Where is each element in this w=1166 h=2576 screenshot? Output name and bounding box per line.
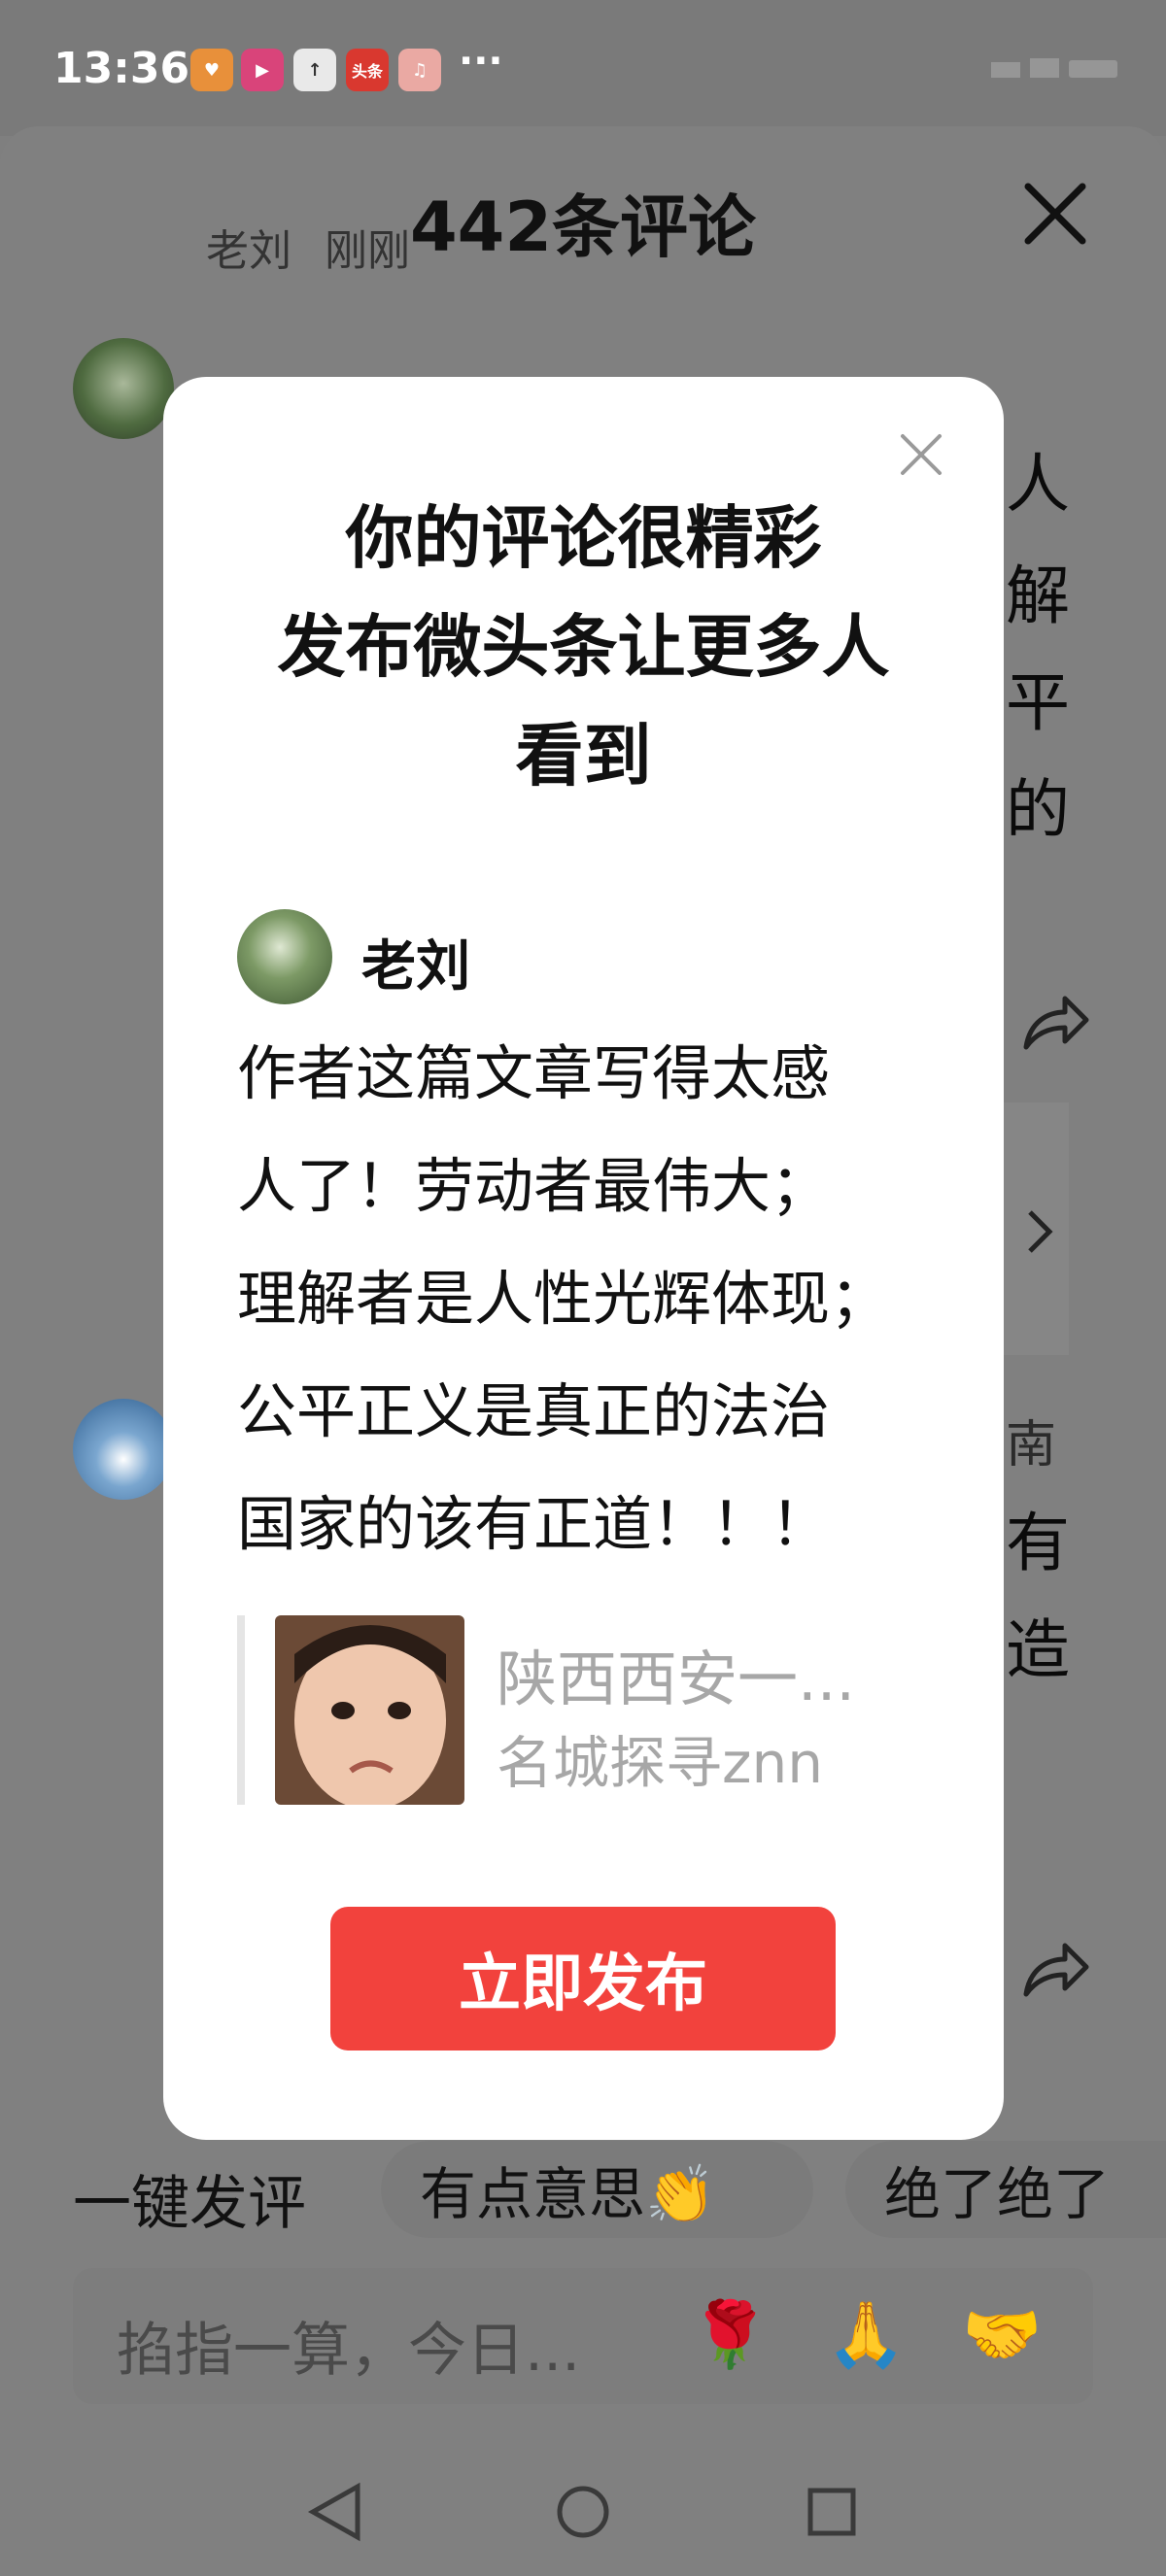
comment-text-fragment: 解 [1006, 559, 1070, 633]
quote-article-author: 名城探寻znn [497, 1730, 823, 1796]
system-nav-bar [307, 2482, 856, 2542]
comment-text-fragment: 人 [1006, 447, 1070, 522]
comment-line: 国家的该有正道！！！ [237, 1490, 831, 1559]
quick-comment-row: 一键发评 有点意思👏 绝了绝了 [0, 2133, 1166, 2250]
quick-comment-chip[interactable]: 有点意思👏 [381, 2141, 813, 2238]
back-icon[interactable] [307, 2482, 360, 2542]
comment-time: 刚刚 [325, 226, 410, 276]
username: 老刘 [361, 935, 470, 999]
comment-username: 老刘 [206, 226, 292, 276]
system-status-icons [991, 58, 1117, 78]
close-icon[interactable] [1018, 177, 1092, 251]
comment-line: 理解者是人性光辉体现； [237, 1265, 890, 1334]
comment-text-fragment: 的 [1006, 772, 1070, 847]
chevron-right-icon[interactable] [1020, 1206, 1059, 1257]
dialog-title-line: 你的评论很精彩 [345, 498, 822, 578]
music-app-icon: ♫ [398, 49, 441, 91]
dialog-title-line: 看到 [515, 716, 652, 796]
play-app-icon: ▶ [241, 49, 284, 91]
comment-line: 作者这篇文章写得太感 [237, 1039, 831, 1108]
comment-meta: 老刘 刚刚 [206, 216, 410, 278]
comment-text-fragment: 造 [1006, 1612, 1070, 1687]
quote-divider [237, 1615, 245, 1805]
avatar[interactable] [73, 338, 174, 439]
comment-text-fragment: 有 [1006, 1506, 1070, 1580]
comment-line: 人了！劳动者最伟大； [237, 1152, 831, 1221]
quote-article-title: 陕西西安一... [497, 1644, 856, 1714]
quick-comment-chip[interactable]: 绝了绝了 [845, 2141, 1166, 2238]
share-icon[interactable] [1020, 991, 1090, 1055]
dialog-title: 你的评论很精彩 发布微头条让更多人 看到 [163, 484, 1004, 810]
publish-dialog: 你的评论很精彩 发布微头条让更多人 看到 老刘 作者这篇文章写得太感 人了！劳动… [163, 377, 1004, 2140]
upload-icon: ↑ [293, 49, 336, 91]
comments-count-title: 442条评论 [409, 187, 757, 267]
comment-line: 公平正义是真正的法治 [237, 1377, 831, 1446]
handshake-emoji-button[interactable]: 🤝 [962, 2297, 1042, 2373]
dialog-title-line: 发布微头条让更多人 [277, 607, 890, 687]
avatar [237, 909, 332, 1004]
close-icon[interactable] [897, 430, 945, 479]
comment-text: 作者这篇文章写得太感 人了！劳动者最伟大； 理解者是人性光辉体现； 公平正义是真… [237, 1018, 956, 1581]
comment-input-placeholder: 掐指一算，今日... [117, 2317, 581, 2385]
comment-input[interactable]: 掐指一算，今日... 🌹 🙏 🤝 [73, 2268, 1093, 2404]
heart-app-icon: ♥ [190, 49, 233, 91]
quick-comment-label: 一键发评 [73, 2170, 306, 2238]
pray-emoji-button[interactable]: 🙏 [826, 2297, 906, 2373]
home-icon[interactable] [557, 2486, 609, 2538]
article-thumbnail [275, 1615, 464, 1805]
recents-icon[interactable] [807, 2488, 856, 2536]
status-bar: 13:36 ♥ ▶ ↑ 头条 ♫ ··· [0, 0, 1166, 136]
toutiao-app-icon: 头条 [346, 49, 389, 91]
comment-text-fragment: 南 [1006, 1416, 1057, 1474]
comment-text-fragment: 平 [1006, 665, 1070, 740]
publish-button[interactable]: 立即发布 [330, 1907, 836, 2051]
rose-emoji-button[interactable]: 🌹 [690, 2297, 770, 2373]
status-more: ··· [459, 39, 503, 84]
status-time: 13:36 [53, 44, 190, 93]
share-icon[interactable] [1020, 1938, 1090, 2002]
avatar[interactable] [73, 1399, 174, 1500]
